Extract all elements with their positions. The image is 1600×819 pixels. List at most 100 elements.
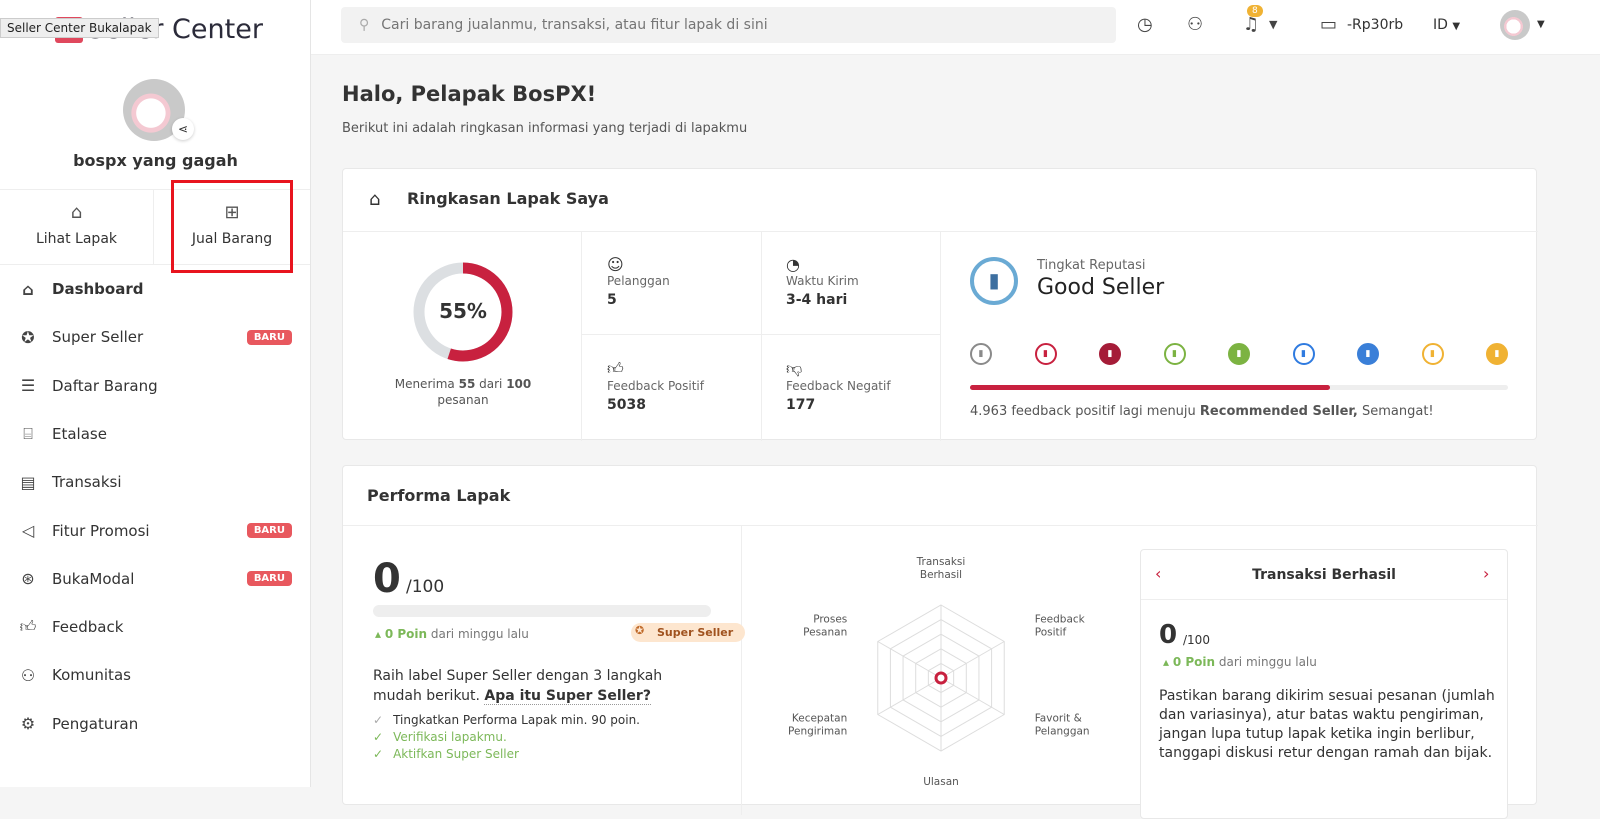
list-icon: ☰ <box>20 376 36 396</box>
check-icon: ✓ <box>373 747 384 761</box>
community-icon: ⚇ <box>20 665 36 685</box>
sidebar-item-super-seller[interactable]: ✪ Super Seller BARU <box>0 313 310 361</box>
donut-label: 55% <box>439 299 487 323</box>
radar-axis <box>940 641 1005 679</box>
radar-data-point <box>934 671 948 685</box>
reputation-level-badge-icon: ▮ <box>1228 343 1250 365</box>
sidebar-item-transaksi[interactable]: ▤ Transaksi <box>0 458 310 506</box>
radar-label: Proses Pesanan <box>803 614 847 639</box>
thumb-down-icon: 👎︎ <box>786 359 803 378</box>
metric-detail-panel: ‹ Transaksi Berhasil › 0 /100 ▴ 0 Poin d… <box>1140 549 1508 819</box>
sidebar-item-feedback[interactable]: 👍︎ Feedback <box>0 603 310 651</box>
search-bar[interactable]: ⚲ <box>341 7 1116 43</box>
shop-name: bospx yang gagah <box>73 151 238 170</box>
performance-delta: ▴ 0 Poin dari minggu lalu <box>375 627 529 641</box>
star-icon: ✪ <box>635 624 645 637</box>
radar-label: Transaksi Berhasil <box>916 556 966 581</box>
thumb-up-icon: 👍︎ <box>19 617 37 637</box>
radar-label: Ulasan <box>923 776 959 788</box>
super-seller-step: ✓ Verifikasi lapakmu. <box>373 730 507 744</box>
sidebar-item-fitur-promosi[interactable]: ◁ Fitur Promosi BARU <box>0 507 310 555</box>
performance-progress <box>373 605 711 617</box>
thumb-up-icon: 👍︎ <box>607 359 624 378</box>
performance-score: 0 <box>373 556 401 602</box>
page-subtitle: Berikut ini adalah ringkasan informasi y… <box>342 121 748 136</box>
radar-label: Feedback Positif <box>1035 614 1086 639</box>
sidebar-item-pengaturan[interactable]: ⚙ Pengaturan <box>0 700 310 748</box>
customer-icon: ☺ <box>607 255 624 274</box>
history-icon[interactable]: ◷ <box>1137 14 1153 35</box>
gear-icon: ⚙ <box>20 714 36 734</box>
stat-waktu-kirim: ◔ Waktu Kirim 3-4 hari <box>786 255 859 308</box>
metric-description: Pastikan barang dikirim sesuai pesanan (… <box>1159 688 1495 761</box>
new-badge: BARU <box>246 523 292 538</box>
reputation-level-badge-icon: ▮ <box>1421 343 1444 365</box>
summary-card: ⌂ Ringkasan Lapak Saya 55% Menerima 55 d… <box>342 168 1538 441</box>
reputation-levels: ▮ ▮ ▮ ▮ ▮ ▮ ▮ ▮ ▮ <box>970 343 1508 365</box>
radar-label: Favorit & Pelanggan <box>1035 713 1090 738</box>
reputation-level-badge-icon: ▮ <box>1034 343 1057 365</box>
notification-bell-icon[interactable]: ♫ <box>1243 14 1259 35</box>
metric-score: 0 <box>1159 620 1178 650</box>
super-seller-link[interactable]: Apa itu Super Seller? <box>484 688 651 705</box>
reputation-level-badge-icon: ▮ <box>970 343 992 365</box>
wallet-icon[interactable]: ▭ <box>1320 14 1337 35</box>
radar-label: Kecepatan Pengiriman <box>788 713 847 738</box>
radar-axis <box>877 641 942 679</box>
sidebar-item-dashboard[interactable]: ⌂ Dashboard <box>0 265 310 313</box>
money-icon: ⊛ <box>21 569 35 589</box>
chevron-right-icon[interactable]: › <box>1483 564 1489 583</box>
reputation-level-badge-icon: ▮ <box>1486 343 1508 365</box>
sidebar-item-komunitas[interactable]: ⚇ Komunitas <box>0 651 310 699</box>
highlight-box <box>171 180 293 273</box>
stat-feedback-positif: 👍︎ Feedback Positif 5038 <box>607 359 704 413</box>
acceptance-text: Menerima 55 dari 100 pesanan <box>394 377 532 407</box>
performance-max: /100 <box>406 577 445 597</box>
megaphone-icon: ◁ <box>21 521 35 540</box>
performance-card: Performa Lapak 0 /100 ▴ 0 Poin dari ming… <box>342 465 1538 819</box>
sidebar-item-etalase[interactable]: ⌸ Etalase <box>0 410 310 458</box>
reputation-label: Tingkat Reputasi <box>1037 258 1146 273</box>
community-icon[interactable]: ⚇ <box>1187 14 1203 35</box>
search-input[interactable] <box>381 17 1082 33</box>
reputation-note: 4.963 feedback positif lagi menuju Recom… <box>970 404 1434 419</box>
performance-title: Performa Lapak <box>367 486 511 505</box>
reputation-level-badge-icon: ▮ <box>1099 343 1121 365</box>
store-icon: ⌂ <box>70 202 83 223</box>
radar-axis <box>940 677 1005 715</box>
home-icon: ⌂ <box>22 279 34 299</box>
performance-radar: Transaksi Berhasil Feedback Positif Favorit … <box>788 556 1090 788</box>
search-icon: ⚲ <box>359 17 370 33</box>
chevron-down-icon[interactable]: ▼ <box>1537 19 1545 30</box>
balance[interactable]: -Rp30rb <box>1347 17 1403 33</box>
radar-axis <box>877 677 942 715</box>
top-header: ⚲ ◷ ⚇ ♫ 8 ▼ ▭ -Rp30rb ID ▼ ▼ <box>311 0 1600 55</box>
share-icon[interactable]: ⋖ <box>172 118 194 140</box>
new-badge: BARU <box>246 329 292 345</box>
reputation-level-badge-icon: ▮ <box>1163 343 1186 365</box>
reputation-progress <box>970 385 1508 390</box>
stat-feedback-negatif: 👎︎ Feedback Negatif 177 <box>786 359 891 413</box>
star-badge-icon: ✪ <box>21 327 35 347</box>
lihat-lapak-button[interactable]: ⌂ Lihat Lapak <box>0 189 154 265</box>
sidebar-item-daftar-barang[interactable]: ☰ Daftar Barang <box>0 362 310 410</box>
language-select[interactable]: ID ▼ <box>1433 17 1460 33</box>
sidebar-item-bukamodal[interactable]: ⊛ BukaModal BARU <box>0 555 310 603</box>
user-avatar[interactable] <box>1500 10 1530 40</box>
sidebar: Seller Center Seller Center Bukalapak ⋖ … <box>0 0 311 787</box>
page-title: Halo, Pelapak BosPX! <box>342 82 597 106</box>
super-seller-badge[interactable]: ✪ Super Seller <box>631 623 746 642</box>
store-icon: ⌂ <box>369 189 381 210</box>
metric-title: Transaksi Berhasil <box>1252 567 1396 583</box>
timer-icon: ◔ <box>786 255 800 274</box>
super-seller-desc: Raih label Super Seller dengan 3 langkah… <box>373 668 663 705</box>
super-seller-step: ✓ Aktifkan Super Seller <box>373 747 519 761</box>
summary-title: Ringkasan Lapak Saya <box>407 189 609 208</box>
metric-delta: ▴ 0 Poin dari minggu lalu <box>1163 655 1317 669</box>
tooltip: Seller Center Bukalapak <box>0 18 159 38</box>
reputation-level-badge-icon: ▮ <box>1292 343 1315 365</box>
stat-pelanggan: ☺ Pelanggan 5 <box>607 255 670 308</box>
chevron-down-icon[interactable]: ▼ <box>1269 18 1277 31</box>
super-seller-step: ✓ Tingkatkan Performa Lapak min. 90 poin. <box>373 713 640 727</box>
tag-icon: ⌸ <box>23 423 33 443</box>
